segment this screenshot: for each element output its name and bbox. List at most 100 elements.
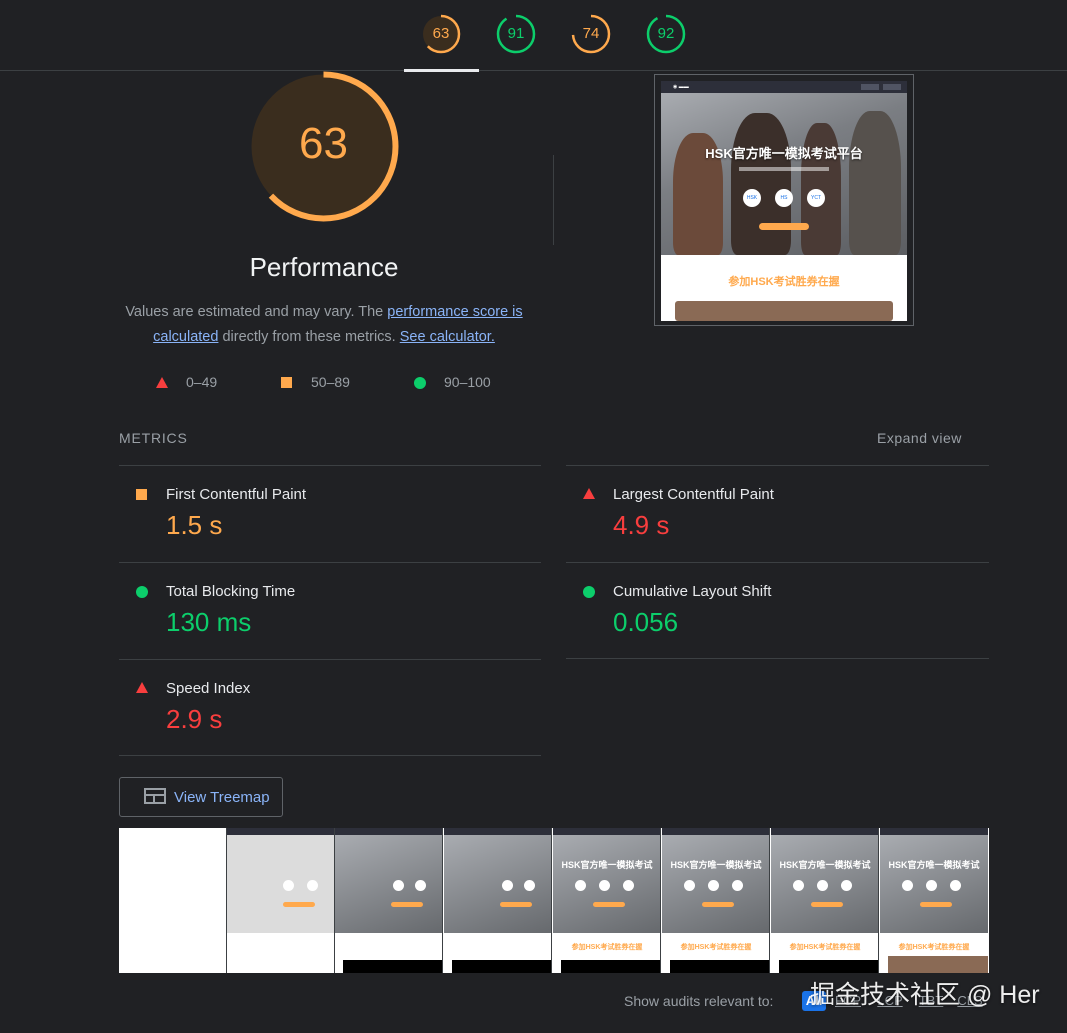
- square-icon: [136, 489, 147, 500]
- hero-person: [849, 111, 901, 255]
- metric-label: Cumulative Layout Shift: [613, 583, 772, 600]
- filmstrip-frame: [227, 828, 335, 973]
- screenshot-page: ◉ ▬▬ HSK官方唯一模拟考试平台 HSK HS YCT 参加HSK考试胜券在…: [661, 81, 907, 321]
- frame-badge: [524, 880, 535, 891]
- tab-performance-score[interactable]: 63: [421, 14, 461, 54]
- frame-title: HSK官方唯一模拟考试: [888, 860, 980, 870]
- active-tab-indicator: [404, 69, 479, 72]
- performance-score-value: 63: [299, 119, 348, 168]
- frame-section-title: 参加HSK考试胜券在握: [789, 944, 861, 951]
- screenshot-navbar: ◉ ▬▬: [661, 81, 907, 93]
- metric-speed-index: Speed Index 2.9 s: [119, 660, 541, 756]
- screenshot-cta-button: [759, 223, 809, 230]
- frame-title: HSK官方唯一模拟考试: [670, 860, 762, 870]
- tab-score-value: 92: [657, 25, 675, 42]
- filmstrip-frame: [335, 828, 443, 973]
- divider: [119, 755, 541, 756]
- score-tabs-bar: 63 91 74 92: [0, 0, 1067, 72]
- tab-best-practices-score[interactable]: 74: [571, 14, 611, 54]
- frame-title: HSK官方唯一模拟考试: [779, 860, 871, 870]
- nav-button: [861, 84, 879, 90]
- screenshot-card: [675, 301, 893, 321]
- metric-value: 0.056: [613, 607, 679, 637]
- site-logo: ◉ ▬▬: [673, 84, 689, 90]
- performance-description: Values are estimated and may vary. The p…: [112, 300, 536, 350]
- view-treemap-button[interactable]: View Treemap: [119, 777, 283, 817]
- square-icon: [281, 377, 292, 388]
- badge-hs: HS: [775, 189, 793, 207]
- metric-label: First Contentful Paint: [166, 486, 307, 503]
- filmstrip-frame: [119, 828, 227, 973]
- frame-hero: [444, 835, 551, 933]
- frame-section-title: 参加HSK考试胜券在握: [680, 944, 752, 951]
- frame-badge: [502, 880, 513, 891]
- frame-cta: [593, 902, 625, 907]
- frame-block: [343, 960, 442, 973]
- nav-button: [883, 84, 901, 90]
- frame-navbar: [880, 828, 988, 835]
- tab-seo-score[interactable]: 92: [646, 14, 686, 54]
- frame-title: HSK官方唯一模拟考试: [561, 860, 653, 870]
- desc-text: Values are estimated and may vary. The: [125, 304, 388, 320]
- frame-badge: [817, 880, 828, 891]
- frame-badge: [684, 880, 695, 891]
- frame-badge: [902, 880, 913, 891]
- badge-hsk: HSK: [743, 189, 761, 207]
- badge-yct: YCT: [807, 189, 825, 207]
- filmstrip-frame: HSK官方唯一模拟考试 参加HSK考试胜券在握: [880, 828, 988, 973]
- frame-navbar: [227, 828, 334, 835]
- frame-navbar: [444, 828, 551, 835]
- legend-range: 50–89: [311, 374, 350, 390]
- metric-cumulative-layout-shift: Cumulative Layout Shift 0.056: [566, 563, 988, 659]
- tab-accessibility-score[interactable]: 91: [496, 14, 536, 54]
- view-treemap-label: View Treemap: [174, 789, 270, 806]
- treemap-icon: [144, 788, 166, 804]
- frame-cta: [283, 902, 315, 907]
- see-calculator-link[interactable]: See calculator.: [400, 329, 495, 345]
- performance-title: Performance: [249, 252, 399, 282]
- frame-cta: [702, 902, 734, 907]
- frame-badge: [793, 880, 804, 891]
- filmstrip-frame: HSK官方唯一模拟考试 参加HSK考试胜券在握: [771, 828, 879, 973]
- screenshot-hero-title: HSK官方唯一模拟考试平台: [705, 146, 863, 161]
- frame-cta: [920, 902, 952, 907]
- filmstrip-frame: HSK官方唯一模拟考试 参加HSK考试胜券在握: [662, 828, 770, 973]
- show-audits-label: Show audits relevant to:: [624, 993, 774, 1009]
- metrics-header: METRICS: [119, 430, 188, 446]
- expand-view-toggle[interactable]: Expand view: [877, 430, 962, 446]
- legend-range: 90–100: [444, 374, 491, 390]
- final-screenshot[interactable]: ◉ ▬▬ HSK官方唯一模拟考试平台 HSK HS YCT 参加HSK考试胜券在…: [654, 74, 914, 326]
- metric-largest-contentful-paint: Largest Contentful Paint 4.9 s: [566, 466, 988, 562]
- legend-range: 0–49: [186, 374, 218, 390]
- frame-badge: [415, 880, 426, 891]
- triangle-icon: [583, 488, 595, 499]
- metric-first-contentful-paint: First Contentful Paint 1.5 s: [119, 466, 541, 562]
- metric-label: Largest Contentful Paint: [613, 486, 774, 503]
- frame-section-title: 参加HSK考试胜券在握: [898, 944, 970, 951]
- hero-person: [731, 113, 791, 255]
- metric-value: 130 ms: [166, 607, 252, 637]
- frame-hero-blurred: [227, 835, 334, 933]
- divider: [566, 658, 989, 659]
- frame-badge: [283, 880, 294, 891]
- frame-navbar: [771, 828, 878, 835]
- frame-block: [779, 960, 878, 973]
- screenshot-hero: HSK官方唯一模拟考试平台 HSK HS YCT: [661, 93, 907, 255]
- frame-badge: [393, 880, 404, 891]
- frame-badge: [708, 880, 719, 891]
- divider: [553, 155, 554, 245]
- frame-cta: [391, 902, 423, 907]
- frame-badge: [623, 880, 634, 891]
- metric-value: 1.5 s: [166, 510, 223, 540]
- frame-badge: [926, 880, 937, 891]
- frame-badge: [732, 880, 743, 891]
- frame-badge: [950, 880, 961, 891]
- metric-label: Speed Index: [166, 680, 251, 697]
- frame-section-title: 参加HSK考试胜券在握: [571, 944, 643, 951]
- screenshot-section-title: 参加HSK考试胜券在握: [728, 276, 840, 288]
- metric-value: 4.9 s: [613, 510, 670, 540]
- circle-icon: [414, 377, 426, 389]
- frame-navbar: [553, 828, 660, 835]
- frame-badge: [307, 880, 318, 891]
- filmstrip-frame: [444, 828, 552, 973]
